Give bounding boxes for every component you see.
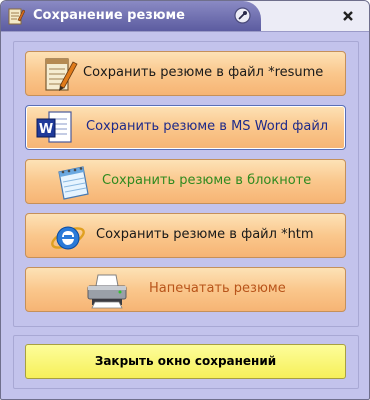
save-to-htm-file-label: Сохранить резюме в файл *htm	[96, 227, 314, 242]
word-document-icon: W	[36, 111, 72, 143]
save-to-notepad-button[interactable]: Сохранить резюме в блокноте	[25, 159, 346, 204]
notepad-pencil-icon	[45, 58, 78, 91]
close-save-window-button[interactable]: Закрыть окно сохранений	[25, 344, 346, 379]
svg-text:W: W	[39, 122, 53, 137]
printer-icon	[87, 274, 127, 309]
close-save-window-label: Закрыть окно сохранений	[94, 354, 277, 368]
title-separator	[1, 31, 369, 32]
internet-explorer-icon	[51, 226, 85, 250]
save-resume-window: Сохранение резюме Сохранить резюме в фай…	[0, 0, 370, 400]
window-title: Сохранение резюме	[33, 8, 185, 23]
pin-icon[interactable]	[234, 7, 251, 24]
close-icon[interactable]	[337, 6, 359, 26]
title-bar[interactable]: Сохранение резюме	[1, 1, 369, 31]
print-resume-button[interactable]: Напечатать резюме	[25, 267, 346, 312]
print-resume-label: Напечатать резюме	[149, 281, 286, 296]
save-to-resume-file-label: Сохранить резюме в файл *resume	[83, 65, 324, 80]
resume-edit-icon	[8, 8, 25, 25]
save-to-htm-file-button[interactable]: Сохранить резюме в файл *htm	[25, 213, 346, 258]
notebook-icon	[58, 166, 89, 200]
save-to-word-file-button[interactable]: W Сохранить резюме в MS Word файл	[25, 105, 346, 150]
save-to-word-file-label: Сохранить резюме в MS Word файл	[86, 119, 329, 134]
save-to-notepad-label: Сохранить резюме в блокноте	[102, 173, 312, 188]
save-to-resume-file-button[interactable]: Сохранить резюме в файл *resume	[25, 51, 346, 96]
